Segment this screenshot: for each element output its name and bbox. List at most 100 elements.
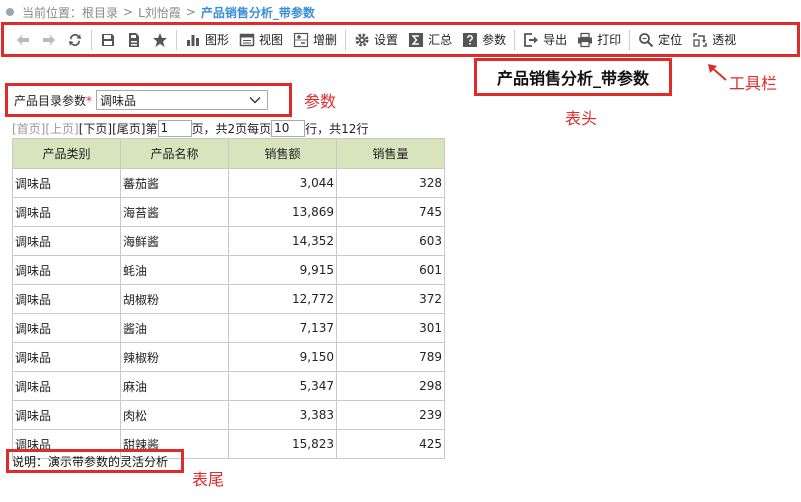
annotation-header: 表头: [565, 109, 598, 128]
cell-sales-qty: 603: [336, 226, 445, 256]
forward-button[interactable]: [36, 28, 62, 52]
breadcrumb-prefix: 当前位置：: [22, 5, 83, 20]
breadcrumb-dot-icon: [6, 8, 14, 16]
report-footer: 说明：演示带参数的灵活分析: [6, 449, 184, 473]
cell-product: 海鲜酱: [120, 226, 229, 256]
cell-category: 调味品: [12, 400, 121, 430]
pager-prev-link[interactable]: [上页]: [45, 120, 78, 137]
cell-product: 麻油: [120, 371, 229, 401]
locate-button-label: 定位: [658, 33, 683, 47]
cell-sales-amount: 3,383: [228, 400, 337, 430]
add-remove-icon: [293, 32, 309, 48]
table-row: 调味品 麻油 5,347 298: [12, 371, 445, 401]
table-row: 调味品 胡椒粉 12,772 372: [12, 284, 445, 314]
view-button-label: 视图: [259, 33, 284, 47]
save-button[interactable]: [95, 28, 121, 52]
table-row: 调味品 海鲜酱 14,352 603: [12, 226, 445, 256]
refresh-button[interactable]: [62, 28, 88, 52]
table-header-row: 产品类别 产品名称 销售额 销售量: [12, 138, 445, 169]
chart-button[interactable]: 图形: [180, 28, 234, 52]
cell-sales-amount: 9,150: [228, 342, 337, 372]
cell-product: 肉松: [120, 400, 229, 430]
cell-sales-amount: 14,352: [228, 226, 337, 256]
chart-button-label: 图形: [205, 33, 230, 47]
toolbar-divider: [345, 29, 347, 50]
breadcrumb-user-link[interactable]: L刘怡霞: [138, 4, 181, 21]
settings-button[interactable]: 设置: [349, 28, 403, 52]
cell-category: 调味品: [12, 342, 121, 372]
cell-sales-amount: 12,772: [228, 284, 337, 314]
table-row: 调味品 辣椒粉 9,150 789: [12, 342, 445, 372]
view-icon: [239, 32, 255, 48]
parameter-button-label: 参数: [482, 33, 507, 47]
save-as-button[interactable]: [121, 28, 147, 52]
category-select[interactable]: 调味品: [96, 90, 269, 110]
cell-sales-amount: 3,044: [228, 168, 337, 198]
pager-first-link[interactable]: [首页]: [12, 120, 45, 137]
pager-next-link[interactable]: [下页]: [79, 120, 112, 137]
save-icon: [100, 32, 116, 48]
pager-page-prefix: 第: [145, 121, 158, 136]
cell-category: 调味品: [12, 168, 121, 198]
cell-sales-amount: 7,137: [228, 313, 337, 343]
pivot-button[interactable]: 透视: [687, 28, 741, 52]
column-header: 销售额: [228, 138, 337, 169]
page-number-input[interactable]: [157, 119, 192, 137]
export-icon: [523, 32, 539, 48]
parameter-label-text: 产品目录参数: [14, 93, 87, 108]
summary-button[interactable]: 汇总: [403, 28, 457, 52]
page-size-input[interactable]: [271, 119, 306, 137]
cell-sales-qty: 425: [336, 429, 445, 459]
report-title: 产品销售分析_带参数: [474, 58, 672, 96]
annotation-toolbar: 工具栏: [729, 74, 778, 93]
forward-arrow-icon: [41, 32, 57, 48]
cell-sales-amount: 15,823: [228, 429, 337, 459]
cell-product: 辣椒粉: [120, 342, 229, 372]
cell-sales-qty: 239: [336, 400, 445, 430]
pager-size-prefix: 每页: [247, 121, 272, 136]
breadcrumb-separator: >: [185, 5, 196, 19]
cell-sales-qty: 298: [336, 371, 445, 401]
summary-button-label: 汇总: [428, 33, 453, 47]
favorite-button[interactable]: [147, 28, 173, 52]
toolbar-divider: [91, 29, 92, 50]
export-button[interactable]: 导出: [518, 28, 572, 52]
search-icon: [638, 32, 654, 48]
refresh-icon: [67, 32, 83, 48]
print-button-label: 打印: [597, 33, 622, 47]
cell-category: 调味品: [12, 226, 121, 256]
bar-chart-icon: [185, 32, 201, 48]
sigma-icon: [408, 32, 424, 48]
help-icon: [462, 32, 478, 48]
view-button[interactable]: 视图: [234, 28, 288, 52]
cell-sales-qty: 372: [336, 284, 445, 314]
parameter-button[interactable]: 参数: [457, 28, 511, 52]
pager-page-suffix: 页，共2页: [191, 121, 248, 136]
cell-category: 调味品: [12, 313, 121, 343]
cell-category: 调味品: [12, 255, 121, 285]
table-row: 调味品 海苔酱 13,869 745: [12, 197, 445, 227]
back-button[interactable]: [10, 28, 36, 52]
required-mark: *: [86, 93, 93, 108]
print-icon: [577, 32, 593, 48]
pager-last-link[interactable]: [尾页]: [112, 120, 145, 137]
cell-product: 胡椒粉: [120, 284, 229, 314]
breadcrumb-separator: >: [123, 5, 134, 19]
cell-category: 调味品: [12, 197, 121, 227]
table-row: 调味品 酱油 7,137 301: [12, 313, 445, 343]
parameter-label: 产品目录参数*: [14, 92, 92, 109]
table-row: 调味品 肉松 3,383 239: [12, 400, 445, 430]
export-button-label: 导出: [543, 33, 568, 47]
breadcrumb-root-link[interactable]: 根目录: [82, 4, 118, 21]
toolbar-divider: [514, 29, 516, 50]
locate-button[interactable]: 定位: [633, 28, 687, 52]
annotation-footer: 表尾: [192, 470, 225, 489]
column-header: 产品名称: [120, 138, 229, 169]
pivot-icon: [692, 32, 708, 48]
cell-sales-amount: 5,347: [228, 371, 337, 401]
cell-product: 蚝油: [120, 255, 229, 285]
print-button[interactable]: 打印: [572, 28, 626, 52]
cell-product: 蕃茄酱: [120, 168, 229, 198]
parameter-panel: 产品目录参数* 调味品: [5, 83, 292, 117]
add-remove-button[interactable]: 增删: [288, 28, 342, 52]
